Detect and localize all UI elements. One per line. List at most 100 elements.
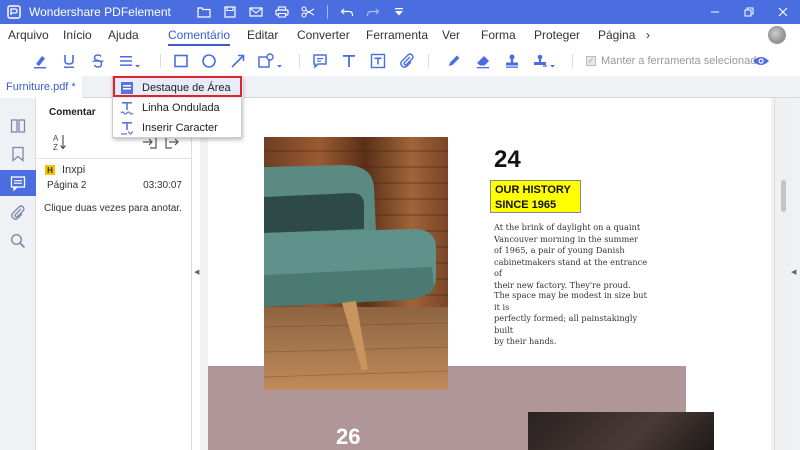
quick-access-toolbar [191, 0, 412, 24]
app-title: Wondershare PDFelement [29, 5, 171, 19]
paragraph-2: The space may be modest in size but it i… [494, 290, 654, 348]
menu-inicio[interactable]: Início [63, 28, 92, 42]
paragraph-line: by their hands. [494, 336, 557, 347]
comment-toolbar: ✓ Manter a ferramenta selecionada [0, 46, 800, 76]
menu-item-wavy-line[interactable]: Linha Ondulada [113, 98, 243, 118]
signature-dropdown-icon[interactable] [531, 51, 559, 71]
toolbar-separator [326, 5, 328, 19]
toolbar-separator [299, 54, 300, 68]
comment-time: 03:30:07 [143, 180, 182, 191]
svg-text:A: A [53, 134, 59, 143]
highlight-pen-icon[interactable] [30, 51, 50, 71]
typewriter-icon[interactable] [339, 51, 359, 71]
sort-icon[interactable]: AZ [50, 132, 70, 152]
eraser-icon[interactable] [473, 51, 493, 71]
toolbar-separator [428, 54, 429, 68]
menu-editar[interactable]: Editar [247, 28, 278, 42]
menu-ferramenta[interactable]: Ferramenta [366, 28, 428, 42]
panel-title: Comentar [49, 107, 96, 118]
menu-arquivo[interactable]: Arquivo [8, 28, 49, 42]
highlight-comment-badge: H [45, 165, 55, 175]
paragraph-line: of 1965, a pair of young Danish [494, 245, 625, 256]
redo-icon[interactable] [360, 0, 386, 24]
attachments-icon[interactable] [0, 200, 36, 226]
attachment-icon[interactable] [397, 51, 417, 71]
paragraph-line: At the brink of daylight on a quaint [494, 222, 641, 232]
minimize-icon[interactable] [698, 0, 732, 24]
search-icon[interactable] [0, 228, 36, 254]
window-controls [698, 0, 800, 24]
keep-tool-label: Manter a ferramenta selecionada [601, 55, 763, 67]
paragraph-line: Vancouver morning in the summer [494, 233, 638, 244]
restore-icon[interactable] [732, 0, 766, 24]
close-icon[interactable] [766, 0, 800, 24]
menu-item-label: Linha Ondulada [142, 102, 220, 114]
strikethrough-icon[interactable] [88, 51, 108, 71]
dark-photo [528, 412, 714, 450]
note-icon[interactable] [310, 51, 330, 71]
toolbar-separator [160, 54, 161, 68]
comment-author[interactable]: Inxpi [62, 164, 85, 176]
paragraph-line: cabinetmakers stand at the entrance of [494, 256, 648, 279]
shapes-dropdown-icon[interactable] [256, 51, 286, 71]
menu-proteger[interactable]: Proteger [534, 28, 580, 42]
print-icon[interactable] [269, 0, 295, 24]
insert-text-icon [120, 121, 134, 135]
pencil-icon[interactable] [444, 51, 464, 71]
mail-icon[interactable] [243, 0, 269, 24]
text-markup-dropdown-icon[interactable] [116, 51, 144, 71]
customize-dropdown-icon[interactable] [386, 0, 412, 24]
vertical-scrollbar[interactable] [774, 98, 792, 450]
save-icon[interactable] [217, 0, 243, 24]
undo-icon[interactable] [334, 0, 360, 24]
keep-tool-checkbox[interactable]: ✓ [586, 56, 596, 66]
comment-hint[interactable]: Clique duas vezes para anotar. [44, 203, 182, 214]
app-logo-icon [5, 3, 23, 21]
oval-icon[interactable] [199, 51, 219, 71]
menu-converter[interactable]: Converter [297, 28, 350, 42]
selection-highlight-box [113, 76, 242, 97]
arrow-icon[interactable] [228, 51, 248, 71]
document-viewer[interactable]: 24 OUR HISTORY SINCE 1965 At the brink o… [200, 98, 774, 450]
armchair-photo [264, 137, 448, 390]
menu-pagina[interactable]: Página [598, 28, 635, 42]
wavy-underline-icon [120, 101, 134, 115]
menu-comentario[interactable]: Comentário [168, 28, 231, 46]
menu-ajuda[interactable]: Ajuda [108, 28, 139, 42]
menu-ver[interactable]: Ver [442, 28, 460, 42]
menu-more-chevron-icon[interactable]: › [646, 28, 650, 42]
history-line: OUR HISTORY [495, 184, 571, 196]
underline-icon[interactable] [59, 51, 79, 71]
open-folder-icon[interactable] [191, 0, 217, 24]
comment-page: Página 2 [47, 180, 87, 191]
pdf-page[interactable]: 24 OUR HISTORY SINCE 1965 At the brink o… [208, 98, 771, 450]
menu-bar: Arquivo Início Ajuda Comentário Editar C… [0, 24, 800, 46]
history-heading-highlighted[interactable]: OUR HISTORY SINCE 1965 [490, 180, 581, 213]
stamp-icon[interactable] [502, 51, 522, 71]
thumbnails-icon[interactable] [0, 113, 36, 139]
eye-icon[interactable] [751, 51, 771, 71]
page-number-bottom: 26 [336, 424, 361, 449]
user-avatar[interactable] [768, 26, 786, 44]
title-bar: Wondershare PDFelement [0, 0, 800, 24]
menu-item-label: Inserir Caracter [142, 122, 218, 134]
comments-icon[interactable] [0, 170, 36, 196]
rectangle-icon[interactable] [171, 51, 191, 71]
scissors-icon[interactable] [295, 0, 321, 24]
scrollbar-thumb[interactable] [781, 180, 786, 212]
left-sidebar [0, 98, 36, 450]
textbox-icon[interactable] [368, 51, 388, 71]
page-number-heading: 24 [494, 146, 521, 173]
bookmark-icon[interactable] [0, 141, 36, 167]
tab-furniture-pdf[interactable]: Furniture.pdf * [0, 76, 82, 98]
comment-panel: Comentar AZ H Inxpi Página 2 03:30:07 Cl… [36, 98, 192, 450]
panel-divider [36, 158, 192, 159]
menu-forma[interactable]: Forma [481, 28, 516, 42]
menu-item-insert-character[interactable]: Inserir Caracter [113, 118, 243, 138]
collapse-panel-right-icon[interactable]: ◀ [791, 268, 797, 278]
paragraph-1: At the brink of daylight on a quaint Van… [494, 222, 654, 292]
keep-tool-selected-option[interactable]: ✓ Manter a ferramenta selecionada [586, 55, 762, 67]
paragraph-line: perfectly formed; all painstakingly buil… [494, 313, 638, 335]
svg-text:Z: Z [53, 143, 58, 151]
history-line: SINCE 1965 [495, 199, 557, 211]
